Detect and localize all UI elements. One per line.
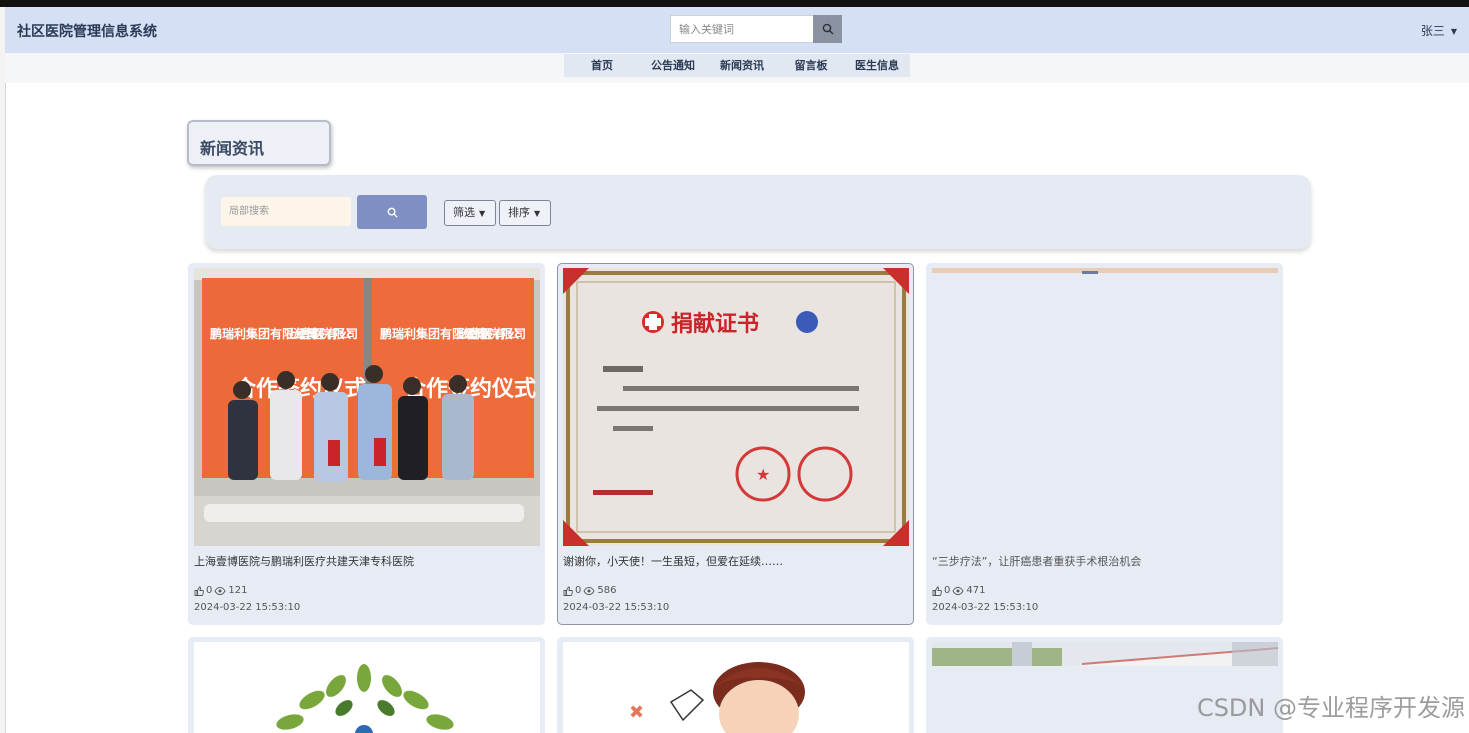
certificate-title: 捐献证书 bbox=[671, 311, 759, 337]
thumbs-up-icon bbox=[563, 586, 573, 596]
news-card[interactable]: ✖ bbox=[557, 637, 914, 733]
news-card-date: 2024-03-22 15:53:10 bbox=[194, 602, 301, 613]
user-menu[interactable]: 张三 ▼ bbox=[1421, 22, 1457, 39]
news-card-title[interactable]: “三步疗法”，让肝癌患者重获手术根治机会 bbox=[932, 553, 1141, 569]
user-name: 张三 bbox=[1420, 24, 1445, 38]
watermark: CSDN @专业程序开发源 bbox=[1196, 694, 1465, 722]
news-photo-donation-certificate[interactable]: 捐献证书 ★ bbox=[563, 268, 909, 546]
news-card[interactable]: 鹏瑞利集团有限公司 上海壹博医院有限公司 鹏瑞利集团有限公司 上海壹博医院有限公… bbox=[188, 263, 545, 625]
filter-dropdown-label: 筛选 bbox=[453, 206, 475, 219]
news-card-stats: 0 121 bbox=[194, 585, 247, 596]
news-card-date: 2024-03-22 15:53:10 bbox=[563, 602, 670, 613]
view-count: 586 bbox=[597, 585, 617, 596]
nav-item-news[interactable]: 新闻资讯 bbox=[706, 54, 778, 77]
news-card-stats: 0 586 bbox=[563, 585, 616, 596]
page-title: 新闻资讯 bbox=[187, 120, 331, 166]
global-search-button[interactable] bbox=[813, 15, 842, 43]
banner-company-text: 上海壹博医院有限公司 bbox=[454, 326, 526, 341]
news-photo-tree-logo[interactable] bbox=[194, 642, 540, 733]
window-left-edge bbox=[0, 7, 6, 733]
caret-down-icon: ▼ bbox=[479, 209, 486, 218]
news-card-stats: 0 471 bbox=[932, 585, 985, 596]
banner-company-text: 上海壹博医院有限公司 bbox=[286, 326, 358, 341]
local-search-input[interactable] bbox=[221, 197, 351, 226]
news-card[interactable]: “三步疗法”，让肝癌患者重获手术根治机会 0 471 2024-03-22 15… bbox=[926, 263, 1283, 625]
like-count: 0 bbox=[575, 585, 582, 596]
like-count: 0 bbox=[206, 585, 213, 596]
filter-dropdown[interactable]: 筛选 ▼ bbox=[444, 200, 496, 226]
caret-down-icon: ▼ bbox=[1450, 27, 1457, 36]
news-photo-hospital-building[interactable] bbox=[932, 642, 1278, 666]
news-card-date: 2024-03-22 15:53:10 bbox=[932, 602, 1039, 613]
view-count: 121 bbox=[228, 585, 248, 596]
news-photo-signing-ceremony[interactable]: 鹏瑞利集团有限公司 上海壹博医院有限公司 鹏瑞利集团有限公司 上海壹博医院有限公… bbox=[194, 268, 540, 546]
eye-icon bbox=[583, 586, 595, 595]
news-card-title[interactable]: 谢谢你，小天使！一生虽短，但爱在延续…… bbox=[563, 553, 783, 569]
seal-star: ★ bbox=[756, 465, 770, 484]
app-title: 社区医院管理信息系统 bbox=[17, 24, 157, 40]
top-header: 社区医院管理信息系统 张三 ▼ bbox=[5, 7, 1469, 53]
like-count: 0 bbox=[944, 585, 951, 596]
thumbs-up-icon bbox=[932, 586, 942, 596]
news-card[interactable] bbox=[188, 637, 545, 733]
eye-icon bbox=[214, 586, 226, 595]
news-photo-placeholder[interactable] bbox=[932, 268, 1278, 546]
cross-mark: ✖ bbox=[629, 702, 644, 723]
filter-bar: 筛选 ▼ 排序 ▼ bbox=[205, 175, 1311, 249]
nav-item-message-board[interactable]: 留言板 bbox=[778, 54, 844, 77]
nav-item-doctor-info[interactable]: 医生信息 bbox=[844, 54, 910, 77]
caret-down-icon: ▼ bbox=[534, 209, 541, 218]
view-count: 471 bbox=[966, 585, 986, 596]
eye-icon bbox=[952, 586, 964, 595]
nav-item-notices[interactable]: 公告通知 bbox=[640, 54, 706, 77]
global-search-input[interactable] bbox=[671, 16, 817, 42]
search-icon bbox=[387, 207, 398, 218]
main-nav: 首页 公告通知 新闻资讯 留言板 医生信息 bbox=[564, 54, 910, 77]
news-card[interactable]: 捐献证书 ★ 谢谢你，小天使！一生虽短，但爱在延续…… 0 586 2024-0… bbox=[557, 263, 914, 625]
thumbs-up-icon bbox=[194, 586, 204, 596]
local-search-button[interactable] bbox=[357, 195, 427, 229]
sort-dropdown[interactable]: 排序 ▼ bbox=[499, 200, 551, 226]
sort-dropdown-label: 排序 bbox=[508, 206, 530, 219]
screen-top-edge bbox=[0, 0, 1469, 7]
news-photo-cartoon-doctor[interactable]: ✖ bbox=[563, 642, 909, 733]
nav-item-home[interactable]: 首页 bbox=[564, 54, 640, 77]
news-card-title[interactable]: 上海壹博医院与鹏瑞利医疗共建天津专科医院 bbox=[194, 553, 414, 569]
global-search-box bbox=[670, 15, 817, 43]
main-nav-bar: 首页 公告通知 新闻资讯 留言板 医生信息 bbox=[5, 53, 1469, 83]
search-icon bbox=[822, 23, 833, 35]
